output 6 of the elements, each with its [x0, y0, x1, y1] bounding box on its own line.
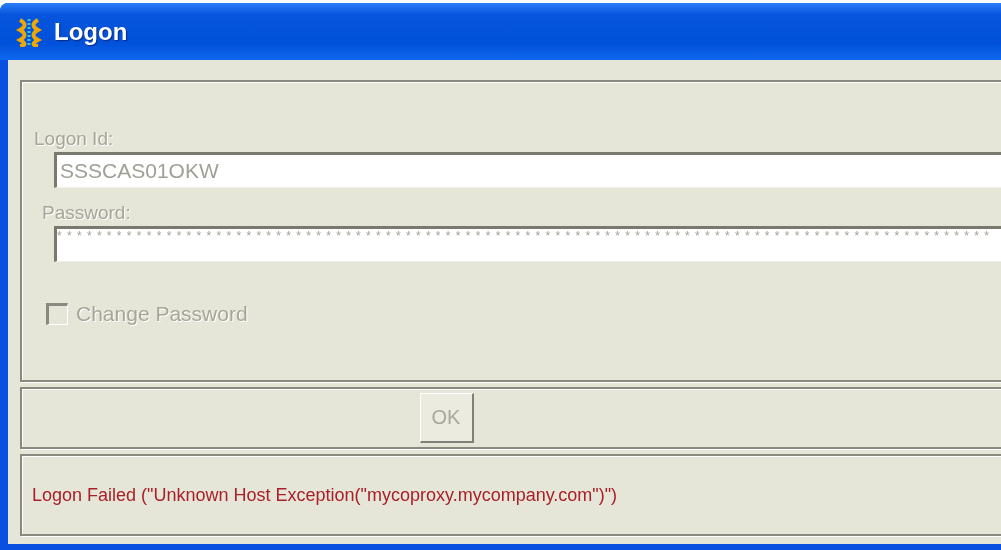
- checkbox-label: Change Password: [76, 302, 248, 326]
- app-icon: [16, 16, 42, 47]
- error-message: Logon Failed ("Unknown Host Exception("mycoproxy.mycompany.com")"): [32, 484, 618, 506]
- field-label: Password:: [42, 202, 132, 224]
- field-label: Logon Id:: [34, 128, 115, 150]
- window-title: Logon: [54, 17, 128, 46]
